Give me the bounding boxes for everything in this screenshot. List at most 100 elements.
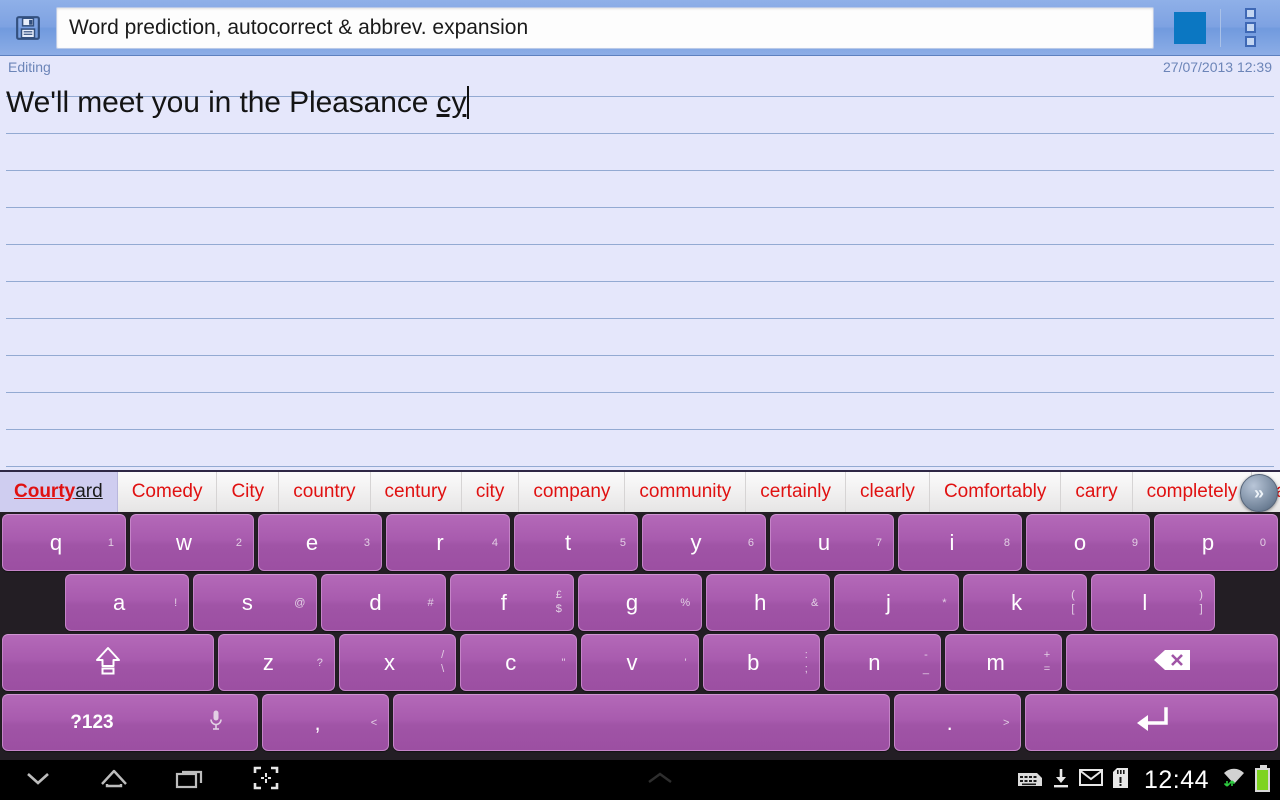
keyboard-row-3: z ? x / \ c " v ' b : ; n - _ m + = — [0, 632, 1280, 692]
key-l[interactable]: l ) ] — [1090, 574, 1215, 631]
suggestion-item[interactable]: century — [371, 472, 462, 512]
key-a[interactable]: a ! — [65, 574, 190, 631]
key-label: r — [436, 529, 444, 555]
key-backspace[interactable] — [1066, 634, 1278, 691]
save-button[interactable] — [0, 0, 56, 56]
key-shift[interactable] — [2, 634, 214, 691]
note-editor[interactable]: Editing 27/07/2013 12:39 We'll meet you … — [0, 56, 1280, 470]
key-enter[interactable] — [1025, 694, 1279, 751]
key-s[interactable]: s @ — [193, 574, 318, 631]
gmail-icon — [1078, 768, 1103, 792]
screen: Word prediction, autocorrect & abbrev. e… — [0, 0, 1280, 800]
key-alt-label: 0 — [1259, 536, 1266, 549]
key-alt-label: : ; — [805, 648, 808, 678]
key-alt-label: / \ — [441, 648, 444, 678]
key-alt-label: % — [680, 596, 691, 609]
key-alt-top: : — [804, 648, 808, 661]
key-label: n — [868, 649, 881, 675]
overflow-menu-button[interactable] — [1221, 0, 1280, 56]
hide-keyboard-button[interactable] — [0, 760, 76, 800]
key-alt-label: ' — [684, 656, 687, 669]
key-n[interactable]: n - _ — [823, 634, 942, 691]
suggestion-item[interactable]: country — [279, 472, 371, 512]
note-title-input[interactable]: Word prediction, autocorrect & abbrev. e… — [56, 6, 1154, 49]
key-y[interactable]: y 6 — [642, 514, 766, 571]
key-alt-label: + = — [1044, 648, 1050, 678]
system-navigation-bar: 12:44 — [0, 760, 1280, 800]
key-z[interactable]: z ? — [217, 634, 335, 691]
suggestion-item[interactable]: completely — [1133, 472, 1253, 512]
expand-up-chevron-icon — [643, 769, 677, 792]
key-symbols[interactable]: ?123 — [2, 694, 258, 751]
key-k[interactable]: k ( [ — [962, 574, 1087, 631]
suggestion-item[interactable]: carry — [1061, 472, 1133, 512]
text-caret — [467, 86, 470, 119]
shift-icon — [94, 645, 122, 680]
suggestion-item[interactable]: clearly — [846, 472, 930, 512]
key-label: v — [626, 649, 638, 675]
expand-suggestions-icon[interactable]: » — [1240, 474, 1278, 512]
suggestion-item[interactable]: company — [519, 472, 626, 512]
suggestion-item[interactable]: City — [217, 472, 280, 512]
key-j[interactable]: j * — [834, 574, 959, 631]
on-screen-keyboard[interactable]: q 1 w 2 e 3 r 4 t 5 y 6 u 7 i 8 o 9 p 0 … — [0, 512, 1280, 760]
expand-status-handle[interactable] — [304, 769, 1017, 792]
key-alt-label: & — [810, 596, 819, 609]
screenshot-button[interactable] — [228, 760, 304, 800]
key-label: k — [1011, 589, 1023, 615]
key-alt-label: < — [370, 716, 378, 729]
key-d[interactable]: d # — [321, 574, 446, 631]
key-b[interactable]: b : ; — [702, 634, 820, 691]
key-t[interactable]: t 5 — [514, 514, 638, 571]
key-r[interactable]: r 4 — [386, 514, 510, 571]
download-icon — [1052, 767, 1070, 794]
microphone-icon[interactable] — [209, 709, 223, 736]
key-e[interactable]: e 3 — [258, 514, 382, 571]
home-button[interactable] — [76, 760, 152, 800]
suggestion-item[interactable]: city — [462, 472, 520, 512]
key-comma[interactable]: , < — [261, 694, 390, 751]
key-h[interactable]: h & — [706, 574, 831, 631]
key-alt-label: 4 — [491, 536, 498, 549]
color-swatch-icon — [1174, 11, 1206, 44]
key-label: g — [625, 589, 639, 615]
key-i[interactable]: i 8 — [898, 514, 1022, 571]
suggestion-item[interactable]: community — [625, 472, 747, 512]
suggestion-item[interactable]: Comfortably — [930, 472, 1062, 512]
key-m[interactable]: m + = — [945, 634, 1063, 691]
sdcard-warning-icon — [1112, 767, 1129, 794]
key-label: j — [885, 589, 891, 615]
status-icons[interactable]: 12:44 — [1017, 765, 1280, 795]
backspace-icon — [1152, 648, 1192, 677]
note-title-value: Word prediction, autocorrect & abbrev. e… — [69, 15, 529, 39]
key-g[interactable]: g % — [577, 574, 703, 631]
key-label: b — [747, 649, 760, 675]
word-suggestion-strip[interactable]: Courty ard Comedy City country century ci… — [0, 470, 1280, 512]
key-u[interactable]: u 7 — [770, 514, 894, 571]
key-period[interactable]: . > — [894, 694, 1022, 751]
key-c[interactable]: c " — [460, 634, 578, 691]
row-spacer — [1217, 572, 1280, 632]
key-alt-top: / — [441, 648, 445, 661]
note-body-text[interactable]: We'll meet you in the Pleasance cy — [6, 86, 470, 120]
color-swatch-button[interactable] — [1160, 0, 1220, 56]
key-x[interactable]: x / \ — [338, 634, 457, 691]
key-p[interactable]: p 0 — [1154, 514, 1278, 571]
suggestion-item[interactable]: Courty ard — [0, 472, 118, 512]
suggestion-item[interactable]: certainly — [746, 472, 847, 512]
key-f[interactable]: f £ $ — [449, 574, 574, 631]
key-v[interactable]: v ' — [581, 634, 699, 691]
key-space[interactable] — [393, 694, 891, 751]
overflow-menu-icon — [1245, 22, 1256, 33]
suggestion-rest-part: ard — [75, 481, 103, 502]
keyboard-row-1: q 1 w 2 e 3 r 4 t 5 y 6 u 7 i 8 o 9 p 0 — [0, 512, 1280, 572]
key-w[interactable]: w 2 — [130, 514, 254, 571]
key-alt-bottom: [ — [1071, 603, 1075, 616]
battery-full-icon — [1255, 765, 1270, 792]
suggestion-item[interactable]: Comedy — [118, 472, 218, 512]
ruled-lines — [0, 80, 1280, 470]
recents-button[interactable] — [152, 760, 228, 800]
note-timestamp: 27/07/2013 12:39 — [1163, 59, 1272, 75]
key-q[interactable]: q 1 — [2, 514, 126, 571]
key-o[interactable]: o 9 — [1026, 514, 1150, 571]
